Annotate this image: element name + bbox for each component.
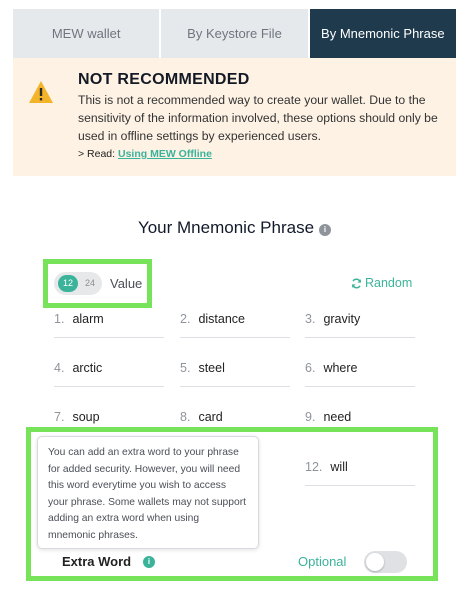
warning-text: This is not a recommended way to create … [78,93,438,143]
word-number: 2. [180,312,191,326]
warning-icon [29,81,53,103]
tab-bar: MEW wallet By Keystore File By Mnemonic … [13,9,456,58]
word-number: 6. [305,361,316,375]
tab-mew-wallet[interactable]: MEW wallet [13,9,162,58]
mnemonic-title-row: Your Mnemonic Phrase i [13,218,456,238]
mnemonic-word-4: 4. arctic [54,361,164,387]
warning-read-line: > Read: Using MEW Offline [78,148,212,160]
warning-banner: NOT RECOMMENDED This is not a recommende… [13,58,456,176]
read-prefix: > Read: [78,148,118,160]
random-button[interactable]: Random [351,276,412,290]
random-label: Random [365,276,413,290]
word-text: distance [198,312,245,326]
page-title: Your Mnemonic Phrase [137,218,315,237]
tab-keystore-file[interactable]: By Keystore File [161,9,310,58]
mnemonic-word-5: 5. steel [180,361,290,387]
word-text: need [323,410,352,424]
word-text: alarm [72,312,104,326]
word-number: 4. [54,361,65,375]
word-number: 8. [180,410,191,424]
using-mew-offline-link[interactable]: Using MEW Offline [118,148,212,160]
mnemonic-word-3: 3. gravity [305,312,415,338]
word-text: gravity [323,312,361,326]
info-icon[interactable]: i [319,224,332,236]
word-number: 5. [180,361,191,375]
warning-title: NOT RECOMMENDED [78,71,250,88]
mnemonic-word-2: 2. distance [180,312,290,338]
word-number: 3. [305,312,316,326]
highlight-box-extra-word [26,427,438,581]
refresh-icon [352,278,361,289]
word-text: card [198,410,223,424]
mnemonic-word-6: 6. where [305,361,415,387]
highlight-box-value-toggle [43,259,152,308]
word-text: arctic [72,361,103,375]
word-text: soup [72,410,100,424]
word-number: 1. [54,312,65,326]
word-text: where [323,361,358,375]
tab-mnemonic-phrase[interactable]: By Mnemonic Phrase [309,9,456,58]
mnemonic-word-1: 1. alarm [54,312,164,338]
word-number: 7. [54,410,65,424]
word-text: steel [198,361,225,375]
word-number: 9. [305,410,316,424]
